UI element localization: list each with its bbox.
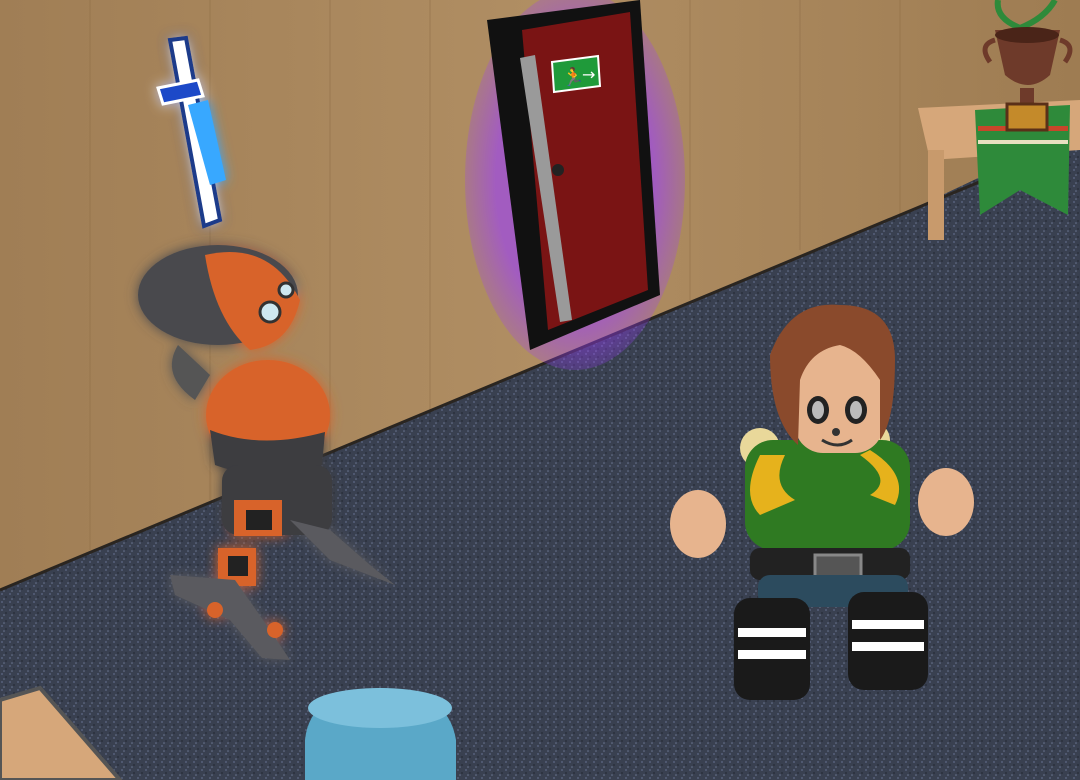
exit-sign: 🏃 → xyxy=(550,54,602,94)
avatar-shoe-left xyxy=(734,598,810,700)
stool[interactable] xyxy=(305,688,456,780)
avatar-shoe-right xyxy=(848,592,928,690)
avatar-hand-left xyxy=(670,490,726,558)
game-scene: 🏃 → xyxy=(0,0,1080,780)
game-viewport: 🏃 → xyxy=(0,0,1080,780)
avatar-hand-right xyxy=(918,468,974,536)
robot-eye-icon xyxy=(258,300,282,324)
robot-eye-icon xyxy=(277,281,295,299)
arrow-right-icon: → xyxy=(582,65,595,84)
door-lock xyxy=(552,164,564,176)
